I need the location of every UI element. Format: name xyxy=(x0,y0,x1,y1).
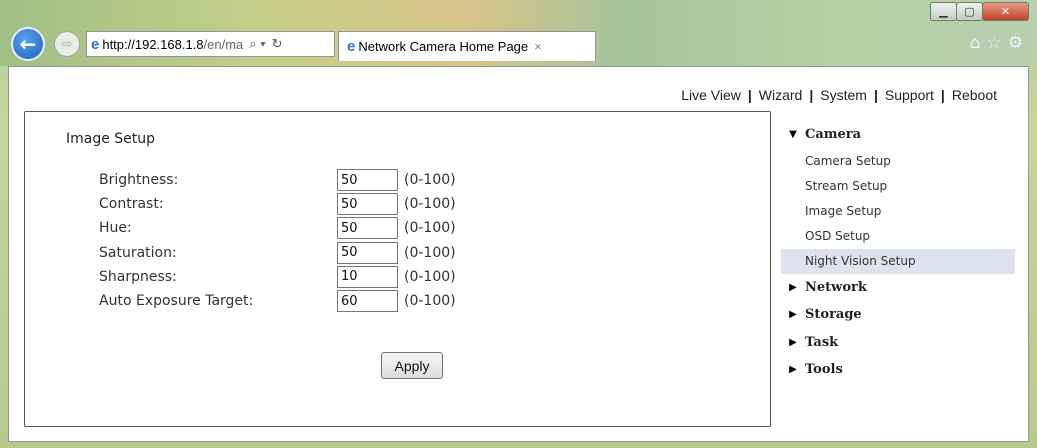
triangle-down-icon: ▼ xyxy=(789,129,797,141)
ie-tab-icon: e xyxy=(347,38,356,55)
menu-stream-setup[interactable]: Stream Setup xyxy=(781,174,1015,199)
browser-chrome: ▁ ▢ ✕ ← ⇨ e http://192.168.1.8 /en/ma ⌕ … xyxy=(0,0,1037,66)
menu-camera-label: Camera xyxy=(805,127,862,143)
browser-right-icons: ⌂ ☆ ⚙ xyxy=(970,33,1023,53)
hue-input[interactable] xyxy=(337,217,398,240)
menu-tools-label: Tools xyxy=(805,362,843,378)
hue-range: (0-100) xyxy=(404,220,456,237)
menu-task[interactable]: ▶ Task xyxy=(781,329,1015,357)
back-arrow-icon[interactable]: ← xyxy=(11,27,45,61)
auto-exposure-label: Auto Exposure Target: xyxy=(99,293,254,310)
menu-storage-label: Storage xyxy=(805,307,862,323)
brightness-row: Brightness: (0-100) xyxy=(99,168,456,192)
search-icon[interactable]: ⌕ ▾ xyxy=(249,36,265,52)
hue-row: Hue: (0-100) xyxy=(99,216,456,240)
page-title: Image Setup xyxy=(66,131,156,147)
sharpness-input[interactable] xyxy=(337,265,398,288)
brightness-range: (0-100) xyxy=(404,172,456,189)
side-menu: ▼ Camera Camera Setup Stream Setup Image… xyxy=(781,121,1015,384)
contrast-row: Contrast: (0-100) xyxy=(99,192,456,216)
home-icon[interactable]: ⌂ xyxy=(970,33,981,53)
menu-image-setup[interactable]: Image Setup xyxy=(781,199,1015,224)
tab-title: Network Camera Home Page xyxy=(358,39,529,54)
saturation-range: (0-100) xyxy=(404,244,456,261)
image-setup-panel: Image Setup Brightness: (0-100) Contrast… xyxy=(24,111,771,427)
refresh-icon[interactable]: ↻ xyxy=(272,36,283,52)
menu-camera[interactable]: ▼ Camera xyxy=(781,121,1015,149)
nav-separator: | xyxy=(873,87,878,103)
triangle-right-icon: ▶ xyxy=(789,309,797,321)
menu-storage[interactable]: ▶ Storage xyxy=(781,301,1015,329)
triangle-right-icon: ▶ xyxy=(789,281,797,293)
triangle-right-icon: ▶ xyxy=(789,336,797,348)
menu-task-label: Task xyxy=(805,334,839,350)
nav-wizard[interactable]: Wizard xyxy=(759,87,803,103)
nav-support[interactable]: Support xyxy=(885,87,934,103)
top-navigation: Live View | Wizard | System | Support | … xyxy=(681,87,997,103)
star-icon[interactable]: ☆ xyxy=(987,33,1002,53)
auto-exposure-input[interactable] xyxy=(337,290,398,313)
menu-tools[interactable]: ▶ Tools xyxy=(781,356,1015,384)
tab-close-icon[interactable]: × xyxy=(534,39,542,54)
brightness-input[interactable] xyxy=(337,169,398,192)
menu-network[interactable]: ▶ Network xyxy=(781,274,1015,302)
contrast-range: (0-100) xyxy=(404,196,456,213)
contrast-label: Contrast: xyxy=(99,196,164,213)
browser-tab[interactable]: e Network Camera Home Page × xyxy=(338,31,596,61)
sharpness-row: Sharpness: (0-100) xyxy=(99,265,456,289)
address-bar[interactable]: e http://192.168.1.8 /en/ma ⌕ ▾ ↻ xyxy=(86,31,335,57)
sharpness-label: Sharpness: xyxy=(99,268,177,285)
nav-separator: | xyxy=(940,87,945,103)
image-setup-form: Brightness: (0-100) Contrast: (0-100) Hu… xyxy=(99,168,456,313)
saturation-input[interactable] xyxy=(337,241,398,264)
url-host: http://192.168.1.8 xyxy=(102,36,204,52)
page-content: Live View | Wizard | System | Support | … xyxy=(8,66,1029,442)
gear-icon[interactable]: ⚙ xyxy=(1008,33,1023,53)
maximize-icon[interactable]: ▢ xyxy=(956,2,983,21)
contrast-input[interactable] xyxy=(337,193,398,216)
nav-separator: | xyxy=(747,87,752,103)
menu-night-vision-setup[interactable]: Night Vision Setup xyxy=(781,248,1015,274)
url-path: /en/ma xyxy=(203,36,244,52)
saturation-label: Saturation: xyxy=(99,244,177,261)
auto-exposure-range: (0-100) xyxy=(404,293,456,310)
menu-network-label: Network xyxy=(805,279,867,295)
nav-live-view[interactable]: Live View xyxy=(681,87,741,103)
sharpness-range: (0-100) xyxy=(404,268,456,285)
nav-reboot[interactable]: Reboot xyxy=(952,87,997,103)
menu-osd-setup[interactable]: OSD Setup xyxy=(781,224,1015,249)
forward-arrow-icon[interactable]: ⇨ xyxy=(54,31,80,57)
window-controls: ▁ ▢ ✕ xyxy=(930,2,1029,21)
saturation-row: Saturation: (0-100) xyxy=(99,241,456,265)
brightness-label: Brightness: xyxy=(99,172,179,189)
apply-button[interactable]: Apply xyxy=(381,352,443,379)
minimize-icon[interactable]: ▁ xyxy=(930,2,957,21)
auto-exposure-row: Auto Exposure Target: (0-100) xyxy=(99,289,456,313)
ie-logo-icon: e xyxy=(91,35,100,53)
nav-separator: | xyxy=(809,87,814,103)
menu-camera-setup[interactable]: Camera Setup xyxy=(781,149,1015,174)
triangle-right-icon: ▶ xyxy=(789,364,797,376)
hue-label: Hue: xyxy=(99,220,132,237)
nav-system[interactable]: System xyxy=(820,87,867,103)
close-icon[interactable]: ✕ xyxy=(982,2,1029,21)
